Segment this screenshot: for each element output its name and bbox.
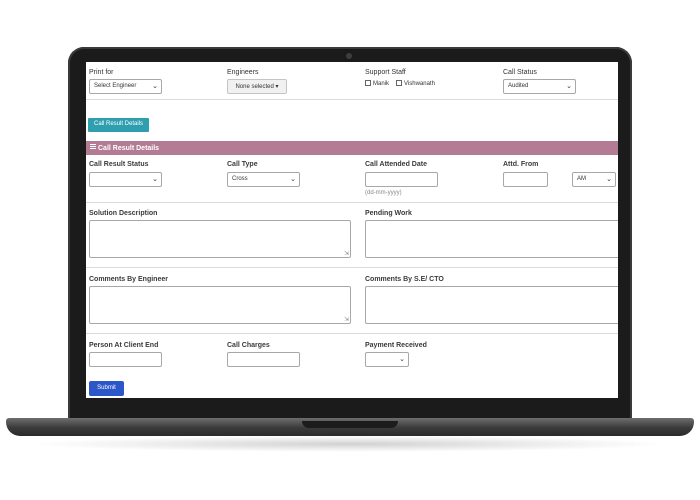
- checkbox[interactable]: [365, 80, 371, 86]
- option-label: Manik: [373, 81, 390, 87]
- attd-from-label: Attd. From: [503, 161, 539, 168]
- call-status-select[interactable]: Audited ⌄: [503, 79, 576, 94]
- payment-received-label: Payment Received: [365, 342, 427, 349]
- call-type-label: Call Type: [227, 161, 258, 168]
- section-title: Call Result Details: [98, 145, 160, 152]
- option-label: Vishwanath: [404, 81, 435, 87]
- call-charges-input[interactable]: [227, 352, 300, 367]
- call-status-value: Audited: [508, 83, 529, 89]
- divider: [86, 99, 618, 100]
- pending-work-textarea[interactable]: [365, 220, 618, 258]
- comments-by-se-cto-label: Comments By S.E/ CTO: [365, 276, 444, 283]
- caret-down-icon: ▾: [275, 84, 279, 90]
- chevron-down-icon: ⌄: [290, 176, 296, 183]
- list-icon: [90, 144, 96, 150]
- call-type-value: Cross: [232, 176, 248, 182]
- date-format-hint: (dd-mm-yyyy): [365, 190, 402, 196]
- ampm-value: AM: [577, 176, 586, 182]
- payment-received-select[interactable]: ⌄: [365, 352, 409, 367]
- pending-work-label: Pending Work: [365, 210, 412, 217]
- engineers-value: None selected: [235, 84, 274, 90]
- checkbox[interactable]: [396, 80, 402, 86]
- call-result-status-label: Call Result Status: [89, 161, 149, 168]
- section-header: Call Result Details: [86, 141, 618, 155]
- screen: Print for Select Engineer ⌄ Engineers No…: [86, 62, 618, 398]
- call-status-label: Call Status: [503, 69, 537, 76]
- comments-by-engineer-textarea[interactable]: ⇲: [89, 286, 351, 324]
- support-staff-option-manik[interactable]: Manik: [365, 80, 389, 87]
- call-result-status-select[interactable]: ⌄: [89, 172, 162, 187]
- print-for-select[interactable]: Select Engineer ⌄: [89, 79, 162, 94]
- chevron-down-icon: ⌄: [152, 176, 158, 183]
- chevron-down-icon: ⌄: [606, 176, 612, 183]
- call-result-details-button[interactable]: Call Result Details: [88, 118, 149, 132]
- comments-by-engineer-label: Comments By Engineer: [89, 276, 168, 283]
- call-charges-label: Call Charges: [227, 342, 270, 349]
- attd-from-ampm-select[interactable]: AM ⌄: [572, 172, 616, 187]
- engineers-label: Engineers: [227, 69, 259, 76]
- print-for-value: Select Engineer: [94, 83, 137, 89]
- resize-grip-icon[interactable]: ⇲: [344, 250, 349, 257]
- divider: [86, 267, 618, 268]
- person-at-client-end-label: Person At Client End: [89, 342, 159, 349]
- call-attended-date-label: Call Attended Date: [365, 161, 427, 168]
- laptop-notch: [302, 421, 398, 428]
- person-at-client-end-input[interactable]: [89, 352, 162, 367]
- chevron-down-icon: ⌄: [152, 83, 158, 90]
- divider: [86, 333, 618, 334]
- submit-button[interactable]: Submit: [89, 381, 124, 396]
- divider: [86, 202, 618, 203]
- laptop-shadow: [30, 436, 670, 452]
- resize-grip-icon[interactable]: ⇲: [344, 316, 349, 323]
- support-staff-label: Support Staff: [365, 69, 406, 76]
- solution-description-label: Solution Description: [89, 210, 158, 217]
- call-type-select[interactable]: Cross ⌄: [227, 172, 300, 187]
- chevron-down-icon: ⌄: [399, 356, 405, 363]
- comments-by-se-cto-textarea[interactable]: [365, 286, 618, 324]
- engineers-multiselect[interactable]: None selected ▾: [227, 79, 287, 94]
- solution-description-textarea[interactable]: ⇲: [89, 220, 351, 258]
- call-attended-date-input[interactable]: [365, 172, 438, 187]
- print-for-label: Print for: [89, 69, 114, 76]
- attd-from-input[interactable]: [503, 172, 548, 187]
- support-staff-option-vishwanath[interactable]: Vishwanath: [396, 80, 435, 87]
- camera-icon: [346, 53, 352, 59]
- chevron-down-icon: ⌄: [566, 83, 572, 90]
